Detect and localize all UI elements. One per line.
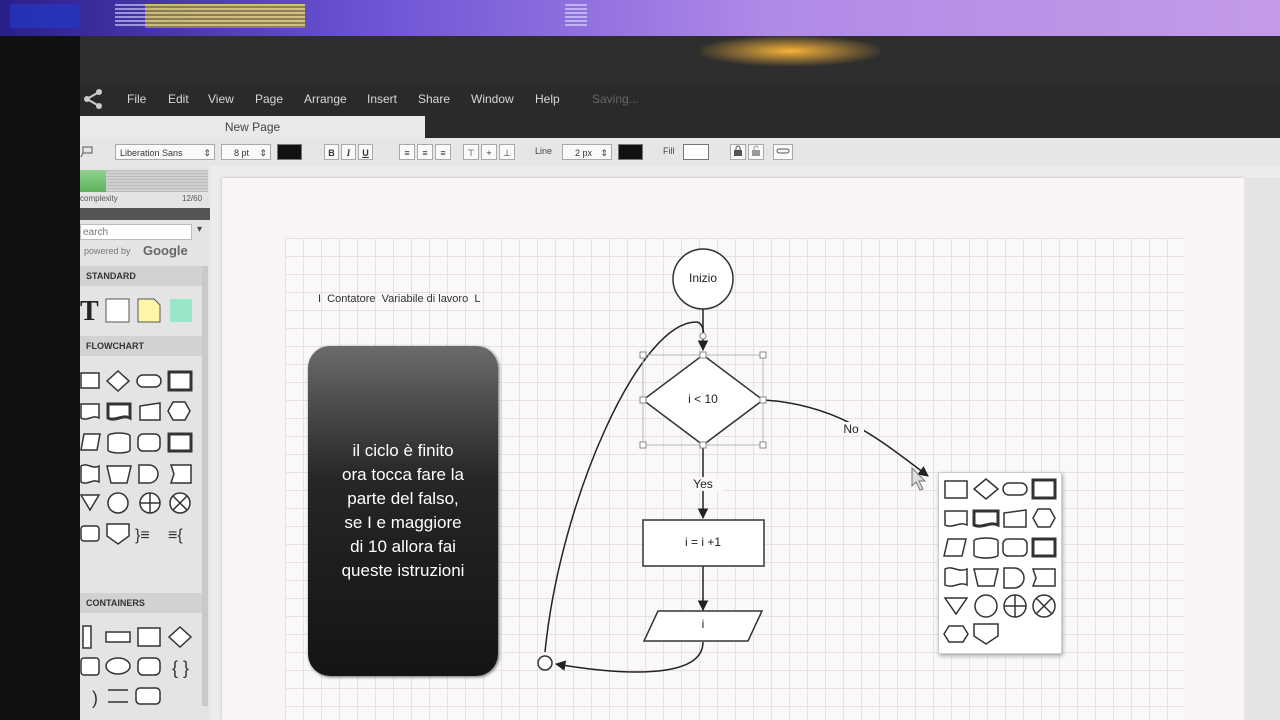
io-to-loop-arrow[interactable]: [554, 641, 704, 673]
palette-multi-document-icon[interactable]: [972, 509, 1000, 528]
palette-document-icon[interactable]: [944, 510, 968, 527]
loop-connector-node[interactable]: [537, 655, 553, 671]
no-label: No: [838, 422, 864, 436]
palette-hexagon-icon[interactable]: [943, 625, 969, 643]
palette-database-icon[interactable]: [973, 537, 999, 559]
quick-shape-palette: [938, 472, 1062, 654]
palette-manual-input-icon[interactable]: [1003, 509, 1027, 528]
flowchart-diagram: [537, 248, 929, 673]
loop-back-arrow[interactable]: [544, 321, 705, 653]
palette-internal-storage-icon[interactable]: [1031, 537, 1057, 558]
mouse-cursor-icon: [911, 466, 927, 491]
palette-off-page-connector-icon[interactable]: [973, 623, 999, 645]
yes-label: Yes: [683, 477, 723, 491]
palette-shapes: [943, 478, 1057, 645]
palette-delay-icon[interactable]: [1003, 567, 1025, 589]
start-label: Inizio: [688, 271, 717, 285]
palette-predefined-icon[interactable]: [1031, 478, 1057, 500]
palette-stored-data-icon[interactable]: [1002, 538, 1028, 557]
connection-point[interactable]: [699, 332, 707, 340]
palette-process-icon[interactable]: [944, 480, 968, 499]
palette-merge-icon[interactable]: [943, 597, 969, 616]
io-label: i: [701, 617, 705, 631]
palette-punched-tape-icon[interactable]: [944, 567, 968, 587]
palette-manual-operation-icon[interactable]: [973, 568, 999, 587]
decision-label: i < 10: [688, 392, 718, 406]
palette-preparation-icon[interactable]: [1032, 508, 1056, 528]
no-arrow[interactable]: [763, 399, 929, 477]
palette-connector-icon[interactable]: [974, 594, 998, 618]
palette-data-icon[interactable]: [943, 538, 967, 557]
process-label: i = i +1: [684, 535, 722, 549]
palette-terminator-icon[interactable]: [1002, 482, 1028, 496]
palette-decision-icon[interactable]: [972, 478, 1000, 500]
palette-display-icon[interactable]: [1031, 568, 1056, 587]
